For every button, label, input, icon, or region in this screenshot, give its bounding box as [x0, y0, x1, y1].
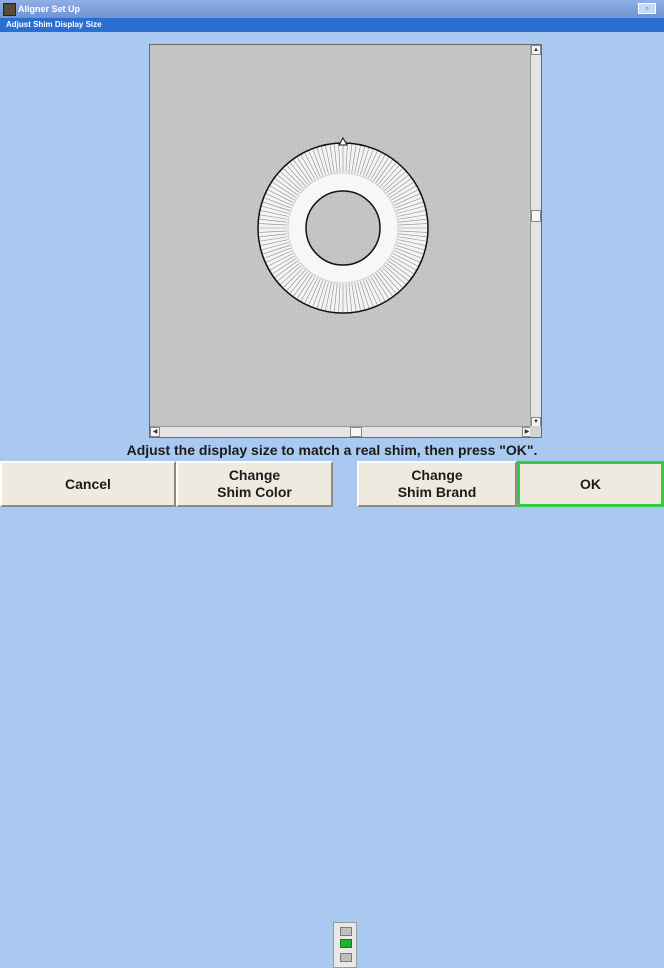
- cancel-button[interactable]: Cancel: [0, 461, 176, 507]
- change-shim-brand-button[interactable]: Change Shim Brand: [357, 461, 517, 507]
- app-icon: [3, 3, 16, 16]
- scroll-up-button[interactable]: ▲: [531, 45, 541, 55]
- ok-button[interactable]: OK: [517, 461, 664, 507]
- horizontal-scrollbar[interactable]: ◀ ▶: [150, 426, 532, 437]
- shim-center-hole: [305, 190, 381, 266]
- instruction-text: Adjust the display size to match a real …: [126, 442, 538, 458]
- shim-display-canvas[interactable]: ▲ ▼ ◀ ▶: [149, 44, 542, 438]
- change-shim-brand-label: Change Shim Brand: [397, 467, 477, 500]
- indicator-segment-active: [340, 939, 352, 948]
- cancel-button-label: Cancel: [65, 475, 111, 492]
- button-bar: Cancel Change Shim Color Change Shim Bra…: [0, 461, 664, 968]
- vertical-scrollbar[interactable]: ▲ ▼: [530, 45, 541, 427]
- shim-drawing: [150, 45, 532, 427]
- scrollbar-corner: [530, 426, 541, 437]
- dialog-title: Adjust Shim Display Size: [6, 20, 102, 29]
- indicator-segment: [340, 953, 352, 962]
- change-shim-color-label: Change Shim Color: [217, 467, 292, 500]
- scroll-left-button[interactable]: ◀: [150, 427, 160, 437]
- dialog-header: Adjust Shim Display Size: [0, 18, 664, 32]
- window-control-button[interactable]: ▫: [638, 3, 656, 14]
- change-shim-color-button[interactable]: Change Shim Color: [176, 461, 333, 507]
- horizontal-scroll-thumb[interactable]: [350, 427, 362, 437]
- indicator-segment: [340, 927, 352, 936]
- shim-color-indicator: [333, 922, 357, 968]
- window-title: Aligner Set Up: [18, 4, 81, 14]
- window-titlebar: Aligner Set Up ▫: [0, 0, 664, 18]
- ok-button-label: OK: [580, 475, 601, 492]
- vertical-scroll-thumb[interactable]: [531, 210, 541, 222]
